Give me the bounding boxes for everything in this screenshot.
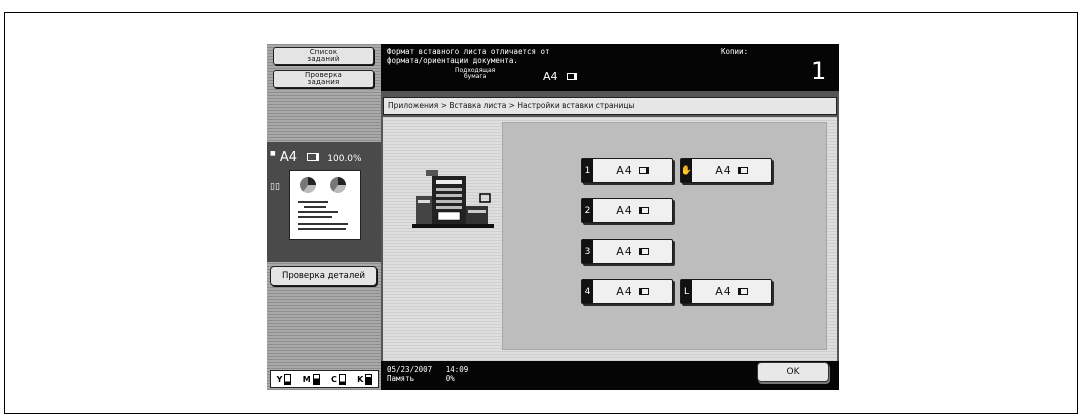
text-line [298,211,338,213]
landscape-orientation-icon [638,167,649,174]
text-line [298,216,332,218]
portrait-orientation-icon [638,248,649,255]
time: 14:09 [445,365,469,374]
slot-4-button[interactable]: 4 A4 [581,279,673,304]
status-footer: 05/23/2007 14:09 Память 0% OK [381,361,839,390]
text-line [298,228,346,230]
toner-y: Y [277,373,292,385]
suitable-paper-value: A4 [543,70,578,83]
portrait-orientation-icon [638,207,649,214]
hand-icon: ✋ [681,159,692,182]
copies-count: 1 [811,57,827,85]
message-header: Формат вставного листа отличается от фор… [381,44,839,91]
preview-header: ■ A4 100.0% [270,150,362,165]
pie-chart-icon [330,177,346,193]
text-line [298,223,348,225]
job-check-button[interactable]: Проверка задания [273,70,374,88]
slot-manual-button[interactable]: ✋ A4 [680,158,772,183]
copies-label: Копии: [721,47,749,56]
detail-check-button[interactable]: Проверка деталей [270,266,377,286]
slot-3-button[interactable]: 3 A4 [581,239,673,264]
preview-zoom: 100.0% [327,154,362,164]
toner-m-bar [312,373,320,385]
datetime-memory: 05/23/2007 14:09 Память 0% [387,365,468,383]
document-preview: ■ A4 100.0% ▯▯ [267,142,381,262]
toner-y-bar [284,373,292,385]
slot-number: 3 [582,240,593,263]
breadcrumb: Приложения > Вставка листа > Настройки в… [383,97,837,115]
toner-c-bar [338,373,346,385]
copier-machine-icon [412,170,494,228]
copy-mode-icon: ▯▯ [270,182,280,192]
job-list-button[interactable]: Список заданий [273,47,374,65]
toner-m: M [303,373,320,385]
preview-thumbnail [289,170,361,240]
suitable-paper-label: Подходящая бумага [455,67,496,80]
insertion-slots-panel: 1 A4 ✋ A4 2 A4 3 A4 4 A4 L A4 [502,122,827,350]
slot-number: L [681,280,692,303]
status-message: Формат вставного листа отличается от фор… [387,47,550,65]
job-check-label: Проверка задания [305,71,342,86]
slot-1-button[interactable]: 1 A4 [581,158,673,183]
text-line [298,201,328,203]
landscape-orientation-icon [567,73,578,80]
memory-value: 0% [445,374,455,383]
slot-number: 2 [582,199,593,222]
memory-label: Память [387,374,415,383]
toner-levels: Y M C K [270,370,379,388]
pie-chart-icon [300,177,316,193]
date: 05/23/2007 [387,365,433,374]
portrait-orientation-icon [737,288,748,295]
control-panel-screen: Список заданий Проверка задания ■ A4 100… [267,44,839,390]
text-line [304,206,326,208]
portrait-orientation-icon [638,288,649,295]
job-list-label: Список заданий [307,48,340,63]
slot-l-button[interactable]: L A4 [680,279,772,304]
settings-area: 1 A4 ✋ A4 2 A4 3 A4 4 A4 L A4 [383,117,837,361]
slot-number: 4 [582,280,593,303]
slot-2-button[interactable]: 2 A4 [581,198,673,223]
landscape-orientation-icon [307,153,320,161]
toner-k: K [357,373,373,385]
toner-k-bar [365,373,373,385]
portrait-orientation-icon [737,167,748,174]
toner-c: C [331,373,346,385]
slot-number: 1 [582,159,593,182]
preview-size: A4 [279,150,297,165]
ok-button[interactable]: OK [757,362,829,382]
left-panel: Список заданий Проверка задания ■ A4 100… [267,44,381,390]
preview-marker-icon: ■ [270,150,276,157]
